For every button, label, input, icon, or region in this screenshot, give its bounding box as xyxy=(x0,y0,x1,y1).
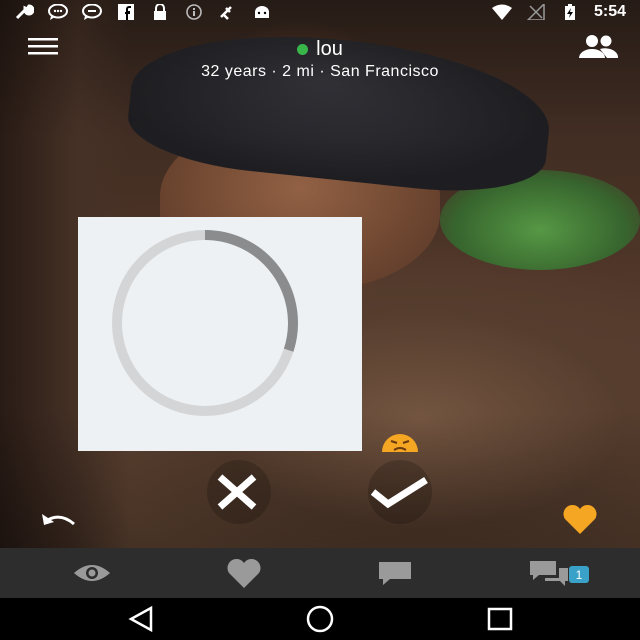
tab-views[interactable] xyxy=(65,548,119,598)
conversations-icon xyxy=(530,561,568,586)
undo-icon[interactable] xyxy=(40,510,78,534)
loading-panel xyxy=(78,217,362,451)
wrench-icon xyxy=(15,4,34,20)
loading-spinner-arc xyxy=(204,230,298,352)
facebook-icon xyxy=(118,4,134,20)
system-nav-bar xyxy=(0,598,640,640)
close-icon xyxy=(217,474,257,510)
message-icon xyxy=(379,562,411,585)
tab-messages[interactable] xyxy=(372,548,418,598)
checkmark-icon xyxy=(370,477,428,509)
frowning-face-icon[interactable] xyxy=(381,430,419,452)
android-icon xyxy=(255,6,269,18)
home-icon[interactable] xyxy=(300,604,340,634)
back-icon[interactable] xyxy=(121,604,161,634)
favorite-heart-icon[interactable] xyxy=(562,504,598,534)
heart-icon xyxy=(227,558,261,588)
profile-header: lou 32 years · 2 mi · San Francisco xyxy=(0,38,640,81)
wifi-icon xyxy=(491,4,512,20)
eye-icon xyxy=(74,565,110,581)
online-status-dot xyxy=(297,44,309,55)
recent-apps-icon[interactable] xyxy=(480,604,520,634)
signal-off-icon xyxy=(526,4,545,20)
loading-spinner xyxy=(112,230,298,416)
tab-conversations[interactable] xyxy=(526,548,572,598)
status-clock: 5:54 xyxy=(593,3,626,20)
profile-name: lou xyxy=(316,38,343,60)
accept-button[interactable] xyxy=(368,460,432,524)
battery-charging-icon xyxy=(564,4,575,20)
chat-bubble-icon xyxy=(82,4,102,20)
people-icon[interactable] xyxy=(576,34,620,60)
profile-details: 32 years · 2 mi · San Francisco xyxy=(201,63,439,80)
status-bar: 5:54 xyxy=(0,0,640,24)
tab-likes[interactable] xyxy=(222,548,266,598)
info-icon xyxy=(186,4,202,20)
lock-icon xyxy=(154,4,166,20)
chat-bubble-icon xyxy=(48,4,68,20)
bottom-tab-bar xyxy=(0,548,640,598)
satellite-icon xyxy=(220,6,232,20)
reject-button[interactable] xyxy=(207,460,271,524)
unread-badge: 1 xyxy=(569,566,589,583)
